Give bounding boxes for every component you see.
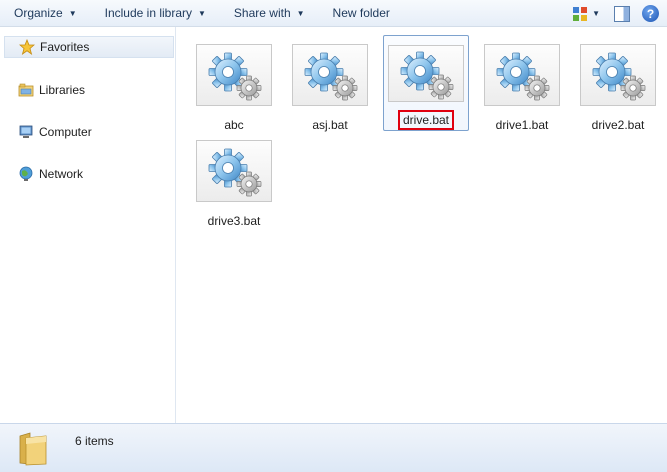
file-name: asj.bat — [312, 118, 348, 132]
include-in-library-button[interactable]: Include in library ▼ — [99, 2, 212, 24]
batch-gear-icon — [196, 140, 272, 202]
nav-item-computer[interactable]: Computer — [4, 121, 174, 143]
batch-gear-icon — [484, 44, 560, 106]
batch-gear-icon — [292, 44, 368, 106]
batch-gear-icon — [196, 44, 272, 106]
chevron-down-icon: ▼ — [296, 8, 305, 18]
explorer-window: Organize ▼ Include in library ▼ Share wi… — [0, 0, 667, 472]
chevron-down-icon: ▼ — [68, 8, 77, 18]
file-item-drive1-bat[interactable]: drive1.bat — [479, 39, 565, 135]
share-with-label: Share with — [233, 6, 291, 20]
file-item-drive-bat[interactable]: drive.bat — [383, 35, 469, 131]
new-folder-button[interactable]: New folder — [327, 2, 396, 24]
file-name: drive3.bat — [207, 214, 261, 228]
folder-icon — [18, 430, 48, 466]
navigation-pane: Favorites Libraries Computer Network — [0, 27, 176, 423]
nav-item-label: Network — [39, 167, 84, 181]
file-item-drive2-bat[interactable]: drive2.bat — [575, 39, 661, 135]
star-icon — [19, 39, 35, 55]
file-name: drive1.bat — [495, 118, 549, 132]
batch-gear-icon — [388, 45, 464, 102]
view-controls: ▼ ? — [572, 0, 667, 27]
new-folder-label: New folder — [332, 6, 390, 20]
network-icon — [18, 166, 34, 182]
nav-item-network[interactable]: Network — [4, 163, 174, 185]
share-with-button[interactable]: Share with ▼ — [228, 2, 311, 24]
file-name: drive2.bat — [591, 118, 645, 132]
file-list: abc asj.bat drive.bat drive1.bat drive2.… — [177, 27, 667, 423]
chevron-down-icon: ▼ — [198, 8, 206, 18]
nav-item-libraries[interactable]: Libraries — [4, 79, 174, 101]
file-item-asj-bat[interactable]: asj.bat — [287, 39, 373, 135]
chevron-down-icon[interactable]: ▼ — [592, 9, 600, 18]
computer-icon — [18, 124, 34, 140]
nav-item-favorites[interactable]: Favorites — [4, 36, 174, 58]
preview-pane-icon[interactable] — [614, 5, 630, 22]
nav-item-label: Libraries — [39, 83, 86, 97]
item-count: 6 items — [75, 434, 114, 448]
help-icon[interactable]: ? — [642, 5, 659, 22]
file-name: drive.bat — [397, 110, 455, 130]
file-name: abc — [224, 118, 244, 132]
nav-item-label: Favorites — [40, 40, 90, 54]
file-item-drive3-bat[interactable]: drive3.bat — [191, 135, 277, 231]
include-in-library-label: Include in library — [104, 6, 192, 20]
change-view-icon[interactable] — [572, 6, 588, 22]
nav-item-label: Computer — [39, 125, 92, 139]
batch-gear-icon — [580, 44, 656, 106]
command-bar: Organize ▼ Include in library ▼ Share wi… — [0, 0, 667, 27]
library-icon — [18, 82, 34, 98]
file-item-abc[interactable]: abc — [191, 39, 277, 135]
details-pane: 6 items — [0, 423, 667, 472]
organize-button[interactable]: Organize ▼ — [8, 2, 83, 24]
organize-label: Organize — [14, 6, 63, 20]
